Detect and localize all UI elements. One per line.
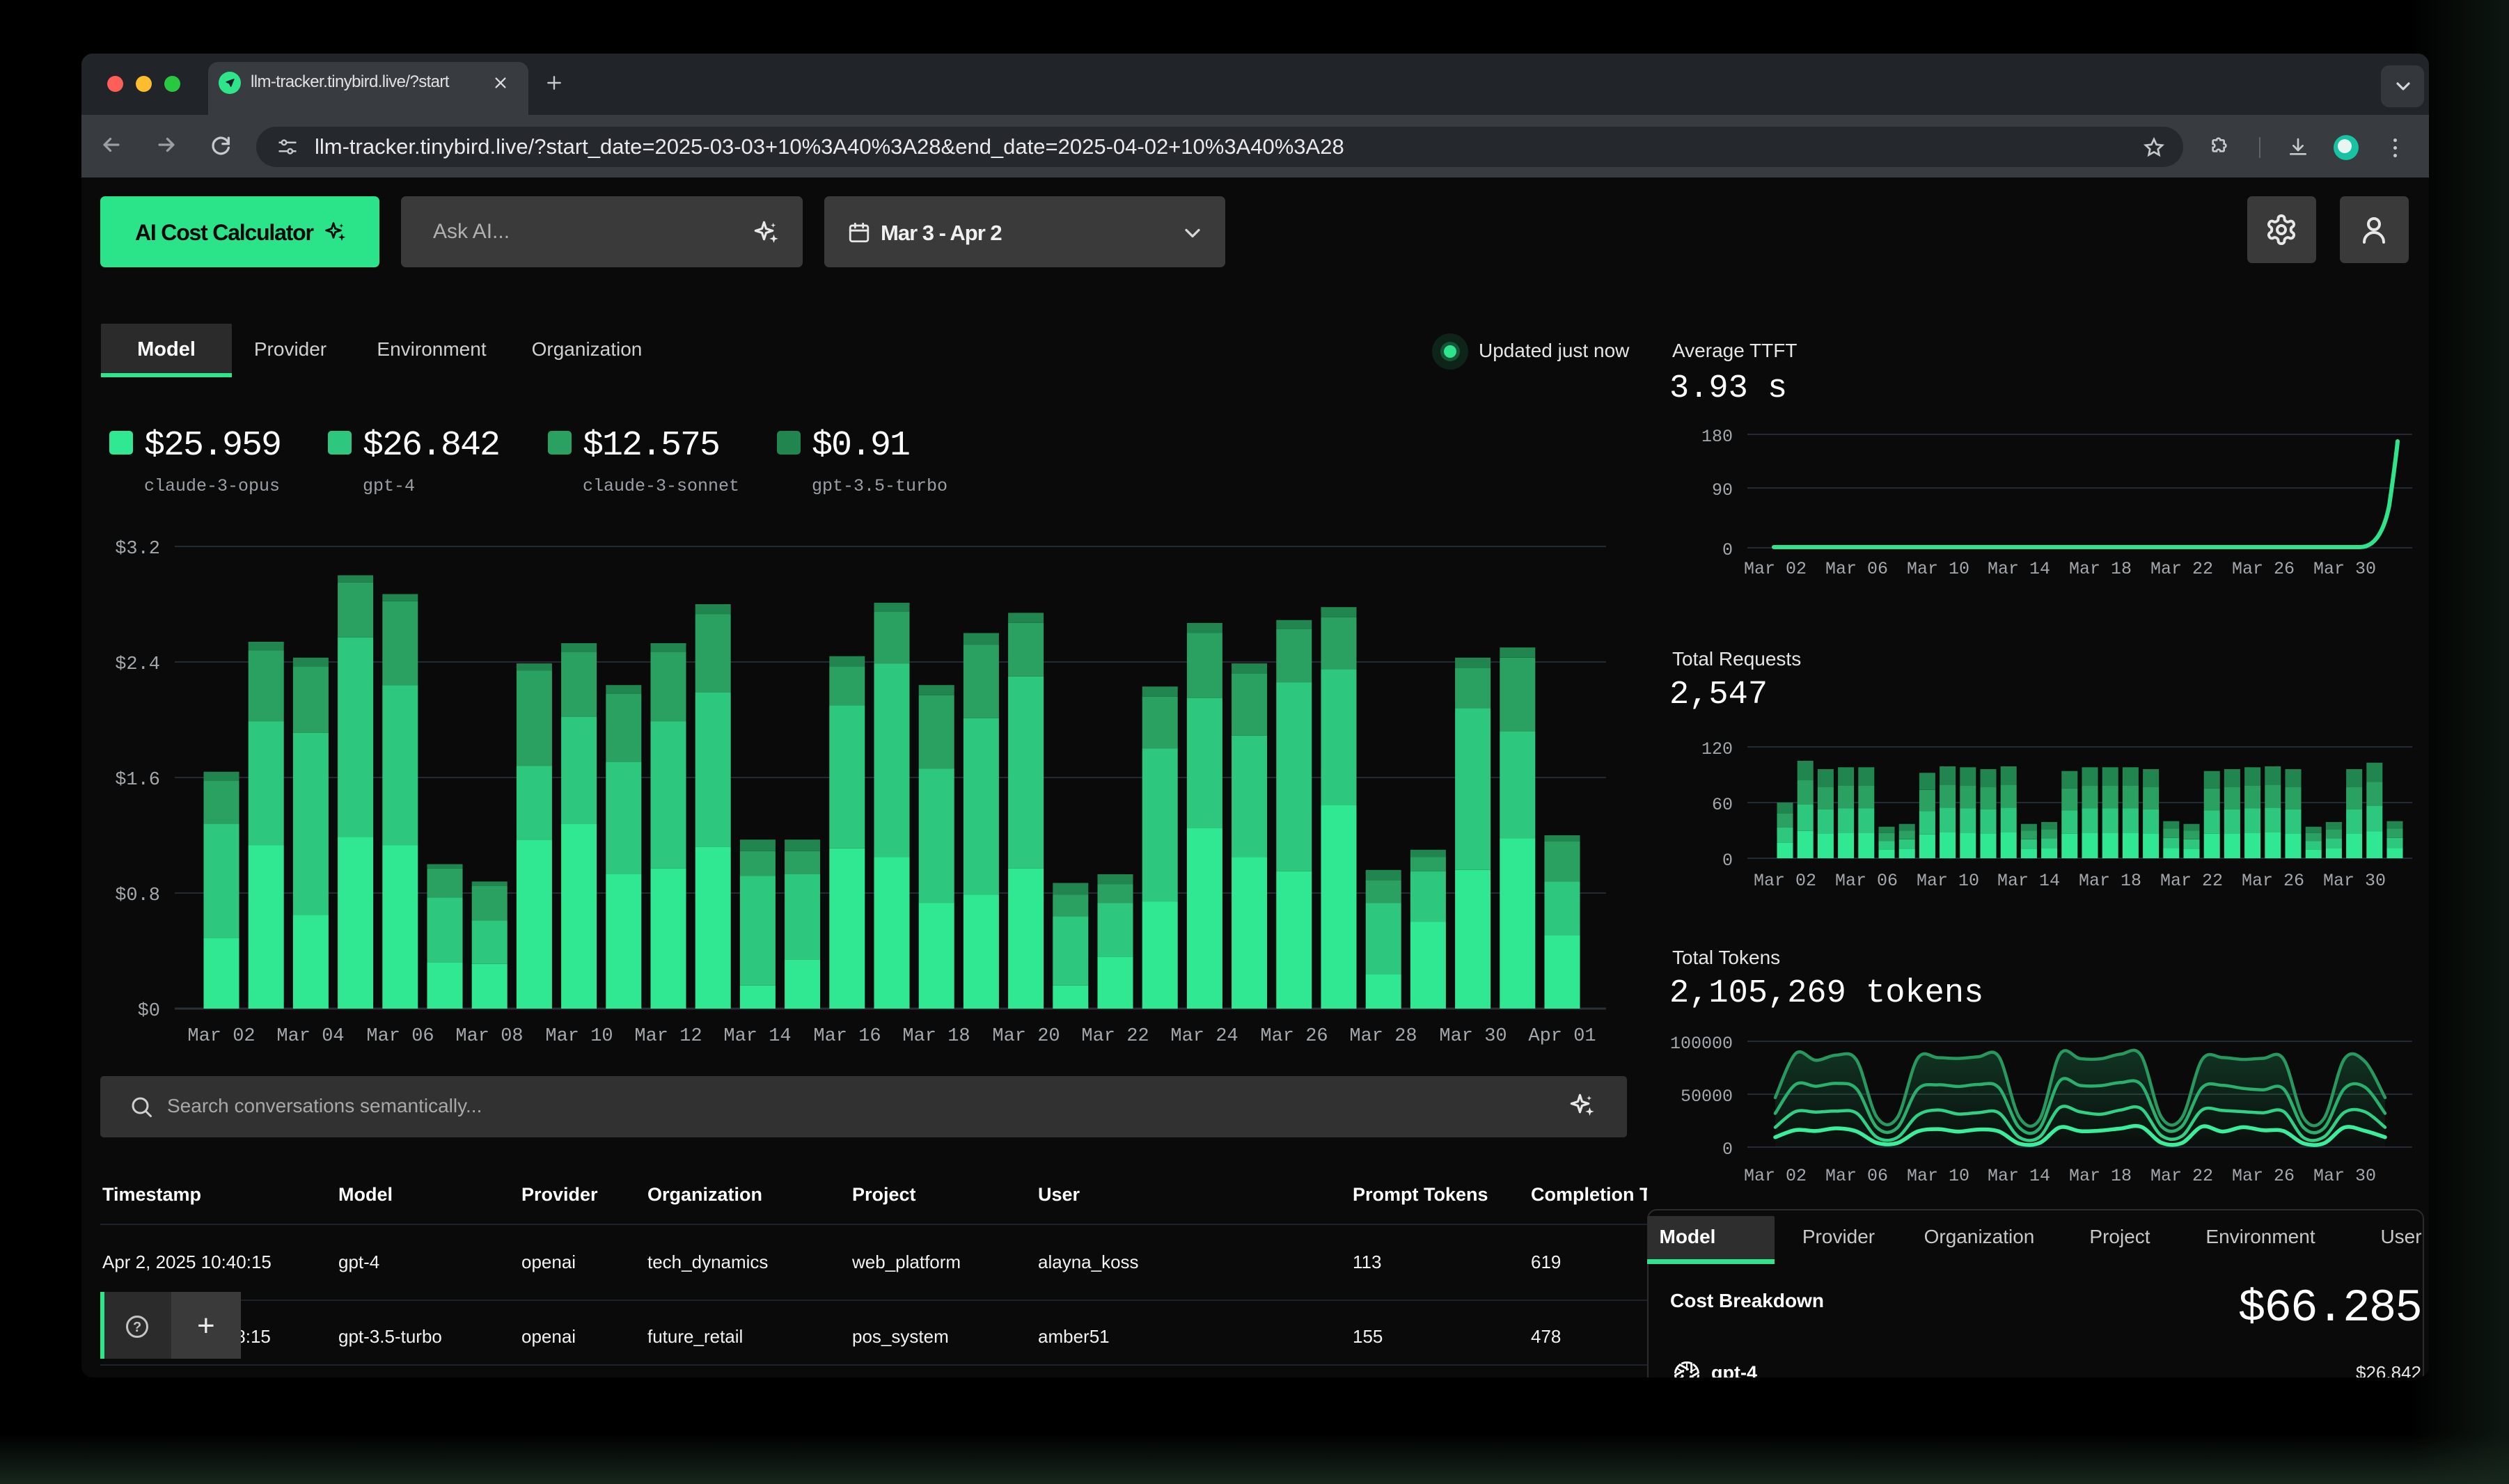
- svg-text:Mar 14: Mar 14: [1997, 871, 2060, 891]
- svg-text:180: 180: [1701, 427, 1733, 447]
- svg-text:Mar 22: Mar 22: [2160, 871, 2223, 891]
- svg-text:Mar 02: Mar 02: [1754, 871, 1816, 891]
- svg-text:0: 0: [1722, 540, 1733, 560]
- svg-text:50000: 50000: [1681, 1087, 1733, 1107]
- svg-text:Mar 18: Mar 18: [2069, 559, 2132, 579]
- svg-text:Mar 10: Mar 10: [1917, 871, 1979, 891]
- svg-text:Mar 02: Mar 02: [1744, 559, 1807, 579]
- svg-text:120: 120: [1701, 739, 1733, 759]
- svg-text:Mar 06: Mar 06: [1835, 871, 1898, 891]
- svg-text:Mar 26: Mar 26: [2242, 871, 2304, 891]
- svg-text:Mar 06: Mar 06: [1825, 1166, 1888, 1186]
- svg-text:Mar 30: Mar 30: [2313, 559, 2376, 579]
- svg-text:60: 60: [1712, 795, 1733, 815]
- svg-text:Mar 26: Mar 26: [2232, 1166, 2295, 1186]
- svg-text:Mar 14: Mar 14: [1988, 559, 2050, 579]
- svg-text:Mar 22: Mar 22: [2150, 1166, 2213, 1186]
- svg-text:Mar 14: Mar 14: [1988, 1166, 2050, 1186]
- svg-text:0: 0: [1722, 851, 1733, 871]
- svg-text:90: 90: [1712, 480, 1733, 500]
- svg-text:Mar 26: Mar 26: [2232, 559, 2295, 579]
- svg-text:Mar 18: Mar 18: [2069, 1166, 2132, 1186]
- svg-text:Mar 06: Mar 06: [1825, 559, 1888, 579]
- svg-text:Mar 30: Mar 30: [2313, 1166, 2376, 1186]
- svg-text:Mar 22: Mar 22: [2150, 559, 2213, 579]
- svg-text:0: 0: [1722, 1139, 1733, 1160]
- svg-text:Mar 10: Mar 10: [1907, 559, 1969, 579]
- svg-text:100000: 100000: [1670, 1034, 1733, 1054]
- svg-text:Mar 30: Mar 30: [2323, 871, 2386, 891]
- svg-text:Mar 02: Mar 02: [1744, 1166, 1807, 1186]
- svg-text:Mar 10: Mar 10: [1907, 1166, 1969, 1186]
- svg-text:Mar 18: Mar 18: [2079, 871, 2141, 891]
